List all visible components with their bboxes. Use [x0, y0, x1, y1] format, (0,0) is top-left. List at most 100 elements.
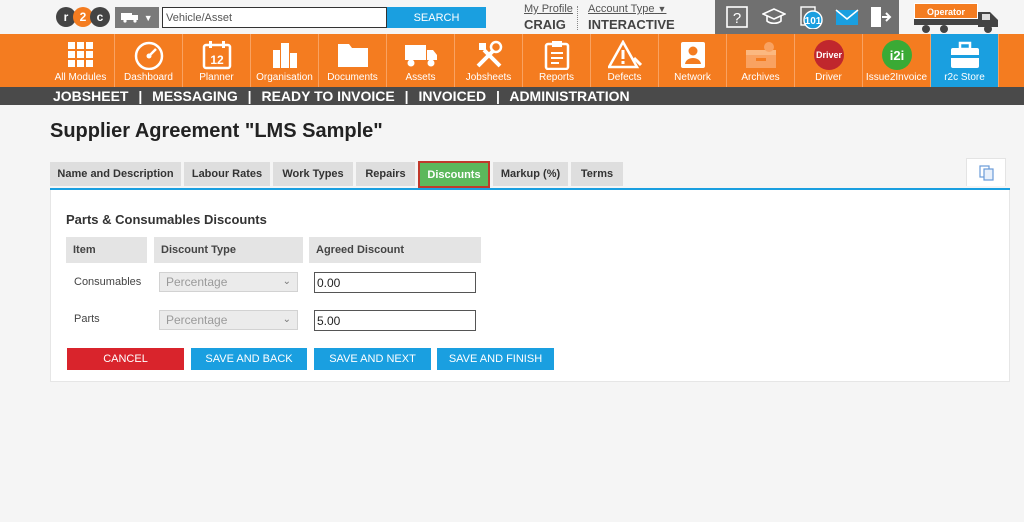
row-item-label: Consumables: [74, 276, 142, 288]
save-and-back-button[interactable]: SAVE AND BACK: [191, 348, 307, 370]
svg-text:i2i: i2i: [889, 48, 903, 63]
agreed-discount-input[interactable]: [314, 272, 476, 293]
module-reports[interactable]: Reports: [523, 34, 591, 87]
module-label: Issue2Invoice: [865, 72, 928, 83]
tab-terms[interactable]: Terms: [571, 162, 623, 186]
account-type[interactable]: Account Type ▼ INTERACTIVE: [588, 3, 675, 31]
vehicle-type-select[interactable]: ▼: [115, 7, 159, 28]
module-label: Dashboard: [124, 72, 173, 83]
account-type-value: INTERACTIVE: [588, 17, 675, 32]
module-label: All Modules: [54, 72, 107, 83]
i2i-icon: i2i: [881, 40, 912, 70]
tab-name-and-description[interactable]: Name and Description: [50, 162, 181, 186]
column-header-item: Item: [66, 237, 147, 263]
nav-administration[interactable]: ADMINISTRATION: [509, 88, 629, 104]
mail-icon[interactable]: [835, 5, 859, 29]
r2c-logo[interactable]: r 2 c: [55, 6, 111, 28]
folder-icon: [337, 44, 368, 67]
my-profile[interactable]: My Profile CRAIG: [524, 3, 573, 31]
svg-text:Driver: Driver: [815, 50, 842, 60]
driver-icon: Driver: [813, 40, 844, 70]
nav-separator: |: [247, 88, 252, 104]
speedometer-icon: [134, 41, 163, 70]
grid-icon: [67, 42, 93, 67]
module-network[interactable]: Network: [659, 34, 727, 87]
save-and-next-button[interactable]: SAVE AND NEXT: [314, 348, 431, 370]
tab-work-types[interactable]: Work Types: [273, 162, 353, 186]
nav-invoiced[interactable]: INVOICED: [418, 88, 486, 104]
logout-icon[interactable]: [868, 5, 892, 29]
tab-discounts[interactable]: Discounts: [418, 161, 490, 188]
nav-separator: |: [496, 88, 500, 104]
svg-text:?: ?: [733, 10, 741, 27]
column-header-agreed-discount: Agreed Discount: [309, 237, 481, 263]
module-archives[interactable]: Archives: [727, 34, 795, 87]
module-documents[interactable]: Documents: [319, 34, 387, 87]
module-r2c-store[interactable]: r2c Store: [931, 34, 999, 87]
column-header-discount-type: Discount Type: [154, 237, 303, 263]
profile-name: CRAIG: [524, 17, 566, 32]
svg-text:r: r: [64, 10, 69, 24]
page-title: Supplier Agreement "LMS Sample": [50, 120, 383, 142]
tab-markup[interactable]: Markup (%): [493, 162, 568, 186]
module-defects[interactable]: Defects: [591, 34, 659, 87]
contact-card-icon: [680, 42, 705, 68]
discount-type-select[interactable]: Percentage ⌄: [159, 310, 298, 330]
archive-icon: [745, 42, 776, 68]
module-label: r2c Store: [944, 72, 985, 83]
svg-text:2: 2: [80, 10, 87, 24]
sub-nav: JOBSHEET | MESSAGING | READY TO INVOICE …: [0, 87, 1024, 105]
nav-messaging[interactable]: MESSAGING: [152, 88, 238, 104]
warning-icon: [607, 40, 642, 69]
nav-separator: |: [404, 88, 409, 104]
module-label: Reports: [538, 72, 574, 83]
operator-label: Operator: [914, 3, 978, 19]
calendar-icon: 12: [202, 41, 231, 70]
chevron-down-icon: ▼: [657, 4, 667, 14]
module-label: Jobsheets: [465, 72, 512, 83]
tab-labour-rates[interactable]: Labour Rates: [184, 162, 270, 186]
account-type-link[interactable]: Account Type ▼: [588, 3, 675, 16]
module-jobsheets[interactable]: Jobsheets: [455, 34, 523, 87]
module-organisation[interactable]: Organisation: [251, 34, 319, 87]
copy-button[interactable]: [966, 158, 1006, 186]
module-issue2invoice[interactable]: i2i Issue2Invoice: [863, 34, 931, 87]
module-assets[interactable]: Assets: [387, 34, 455, 87]
nav-jobsheet[interactable]: JOBSHEET: [53, 88, 128, 104]
row-item-label: Parts: [74, 313, 100, 325]
utility-icons: ? 101: [715, 0, 899, 34]
cancel-button[interactable]: CANCEL: [67, 348, 184, 370]
module-all-modules[interactable]: All Modules: [47, 34, 115, 87]
tab-repairs[interactable]: Repairs: [356, 162, 415, 186]
module-label: Documents: [327, 72, 378, 83]
briefcase-icon: [950, 41, 979, 68]
module-label: Archives: [741, 72, 780, 83]
help-icon[interactable]: ?: [725, 5, 749, 29]
discount-type-select[interactable]: Percentage ⌄: [159, 272, 298, 292]
vehicle-search-input[interactable]: [162, 7, 387, 28]
chevron-down-icon: ⌄: [282, 276, 291, 287]
module-planner[interactable]: 12 Planner: [183, 34, 251, 87]
svg-text:12: 12: [210, 53, 224, 67]
operator-badge[interactable]: Operator: [914, 3, 999, 34]
nav-ready-to-invoice[interactable]: READY TO INVOICE: [261, 88, 394, 104]
module-label: Network: [674, 72, 711, 83]
notification-count-icon[interactable]: 101: [799, 5, 823, 29]
copy-icon: [979, 165, 994, 181]
my-profile-link[interactable]: My Profile: [524, 3, 573, 16]
chevron-down-icon: ▼: [143, 12, 153, 23]
graduation-cap-icon[interactable]: [762, 5, 786, 29]
agreed-discount-input[interactable]: [314, 310, 476, 331]
module-driver[interactable]: Driver Driver: [795, 34, 863, 87]
search-button[interactable]: SEARCH: [387, 7, 486, 28]
module-label: Assets: [405, 72, 436, 83]
divider: [577, 6, 578, 30]
discount-type-value: Percentage: [166, 313, 228, 327]
module-bar: All Modules Dashboard 12 Planner Organis…: [0, 34, 1024, 87]
module-label: Defects: [607, 72, 642, 83]
module-dashboard[interactable]: Dashboard: [115, 34, 183, 87]
clipboard-icon: [544, 41, 569, 70]
buildings-icon: [272, 43, 297, 68]
section-title: Parts & Consumables Discounts: [66, 212, 267, 227]
save-and-finish-button[interactable]: SAVE AND FINISH: [437, 348, 554, 370]
